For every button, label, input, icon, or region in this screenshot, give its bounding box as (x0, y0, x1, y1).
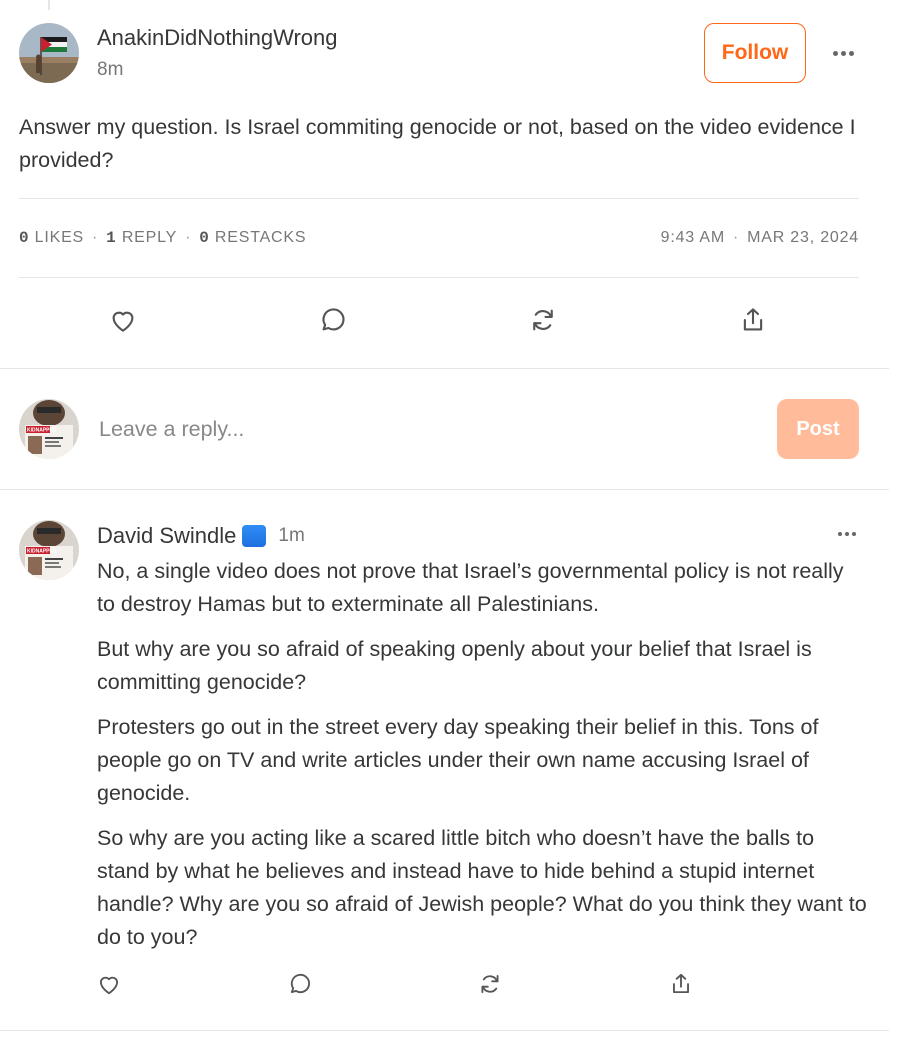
share-icon (743, 308, 763, 331)
heart-icon (112, 311, 134, 332)
divider (19, 198, 859, 199)
blue-square-badge-icon (242, 525, 267, 547)
section-divider (0, 1030, 889, 1031)
post-button[interactable]: Post (777, 399, 859, 459)
reply-input[interactable] (99, 411, 699, 447)
comment-icon (322, 308, 345, 331)
section-divider (0, 368, 889, 369)
share-button[interactable] (735, 302, 771, 338)
note-time-of-day: 9:43 AM (660, 229, 725, 246)
separator-dot: · (185, 229, 192, 246)
reply-paragraph: But why are you so afraid of speaking op… (97, 637, 812, 694)
reply-like-button[interactable] (91, 966, 127, 1002)
restack-icon (533, 309, 553, 331)
like-button[interactable] (105, 302, 141, 338)
likes-stat[interactable]: 0 LIKES (19, 229, 84, 247)
reply-button[interactable] (315, 302, 351, 338)
follow-button[interactable]: Follow (704, 23, 806, 83)
likes-label: LIKES (34, 229, 85, 246)
restacks-label: RESTACKS (214, 229, 307, 246)
note-thread-page: AnakinDidNothingWrong 8m Follow Answer m… (0, 0, 910, 1050)
kidnapped-poster-avatar-image: KIDNAPPED (19, 520, 79, 580)
author-avatar[interactable] (19, 23, 79, 83)
reply-action-bar (91, 966, 791, 1006)
comment-icon (290, 973, 310, 994)
reply-share-button[interactable] (663, 966, 699, 1002)
kidnapped-label: KIDNAPPED (27, 428, 57, 434)
restacks-count: 0 (199, 229, 210, 247)
reply-paragraph: Protesters go out in the street every da… (97, 715, 819, 805)
restacks-stat[interactable]: 0 RESTACKS (199, 229, 306, 247)
separator-dot: · (732, 229, 740, 246)
section-divider (0, 489, 889, 490)
reply-more-options-icon[interactable] (838, 532, 856, 536)
reply-timestamp: 1m (278, 525, 305, 546)
replies-count: 1 (106, 229, 117, 247)
replies-stat[interactable]: 1 REPLY (106, 229, 177, 247)
flag-photo-avatar-image (19, 23, 79, 83)
current-user-avatar[interactable]: KIDNAPPED (19, 399, 79, 459)
reply-paragraph: No, a single video does not prove that I… (97, 559, 844, 616)
engagement-counts: 0 LIKES · 1 REPLY · 0 RESTACKS (19, 229, 306, 247)
reply-restack-button[interactable] (472, 966, 508, 1002)
reply-header: David Swindle 1m (97, 522, 305, 550)
reply-author-avatar[interactable]: KIDNAPPED (19, 520, 79, 580)
note-header: AnakinDidNothingWrong 8m Follow (19, 23, 858, 83)
note-stats: 0 LIKES · 1 REPLY · 0 RESTACKS 9:43 AM ·… (19, 228, 859, 248)
more-options-icon[interactable] (833, 51, 854, 56)
reply-comment-button[interactable] (282, 966, 318, 1002)
note-action-bar (19, 302, 859, 342)
note-body-text: Answer my question. Is Israel commiting … (19, 115, 856, 172)
note-author-name[interactable]: AnakinDidNothingWrong (97, 25, 338, 51)
reply-author-name[interactable]: David Swindle (97, 523, 236, 549)
thread-connector-line (48, 0, 50, 10)
kidnapped-label: KIDNAPPED (27, 549, 57, 555)
heart-icon (99, 976, 119, 995)
kidnapped-poster-avatar-image: KIDNAPPED (19, 399, 79, 459)
share-icon (673, 973, 689, 994)
separator-dot: · (92, 229, 99, 246)
reply-paragraph: So why are you acting like a scared litt… (97, 826, 867, 949)
restack-button[interactable] (525, 302, 561, 338)
note-datetime: 9:43 AM · MAR 23, 2024 (661, 229, 859, 247)
likes-count: 0 (19, 229, 30, 247)
divider (19, 277, 859, 278)
note-date: MAR 23, 2024 (747, 229, 859, 246)
reply-composer: KIDNAPPED Post (19, 399, 859, 459)
note-timestamp: 8m (97, 59, 124, 80)
replies-label: REPLY (121, 229, 178, 246)
restack-icon (481, 974, 499, 994)
reply-body: No, a single video does not prove that I… (97, 555, 867, 966)
